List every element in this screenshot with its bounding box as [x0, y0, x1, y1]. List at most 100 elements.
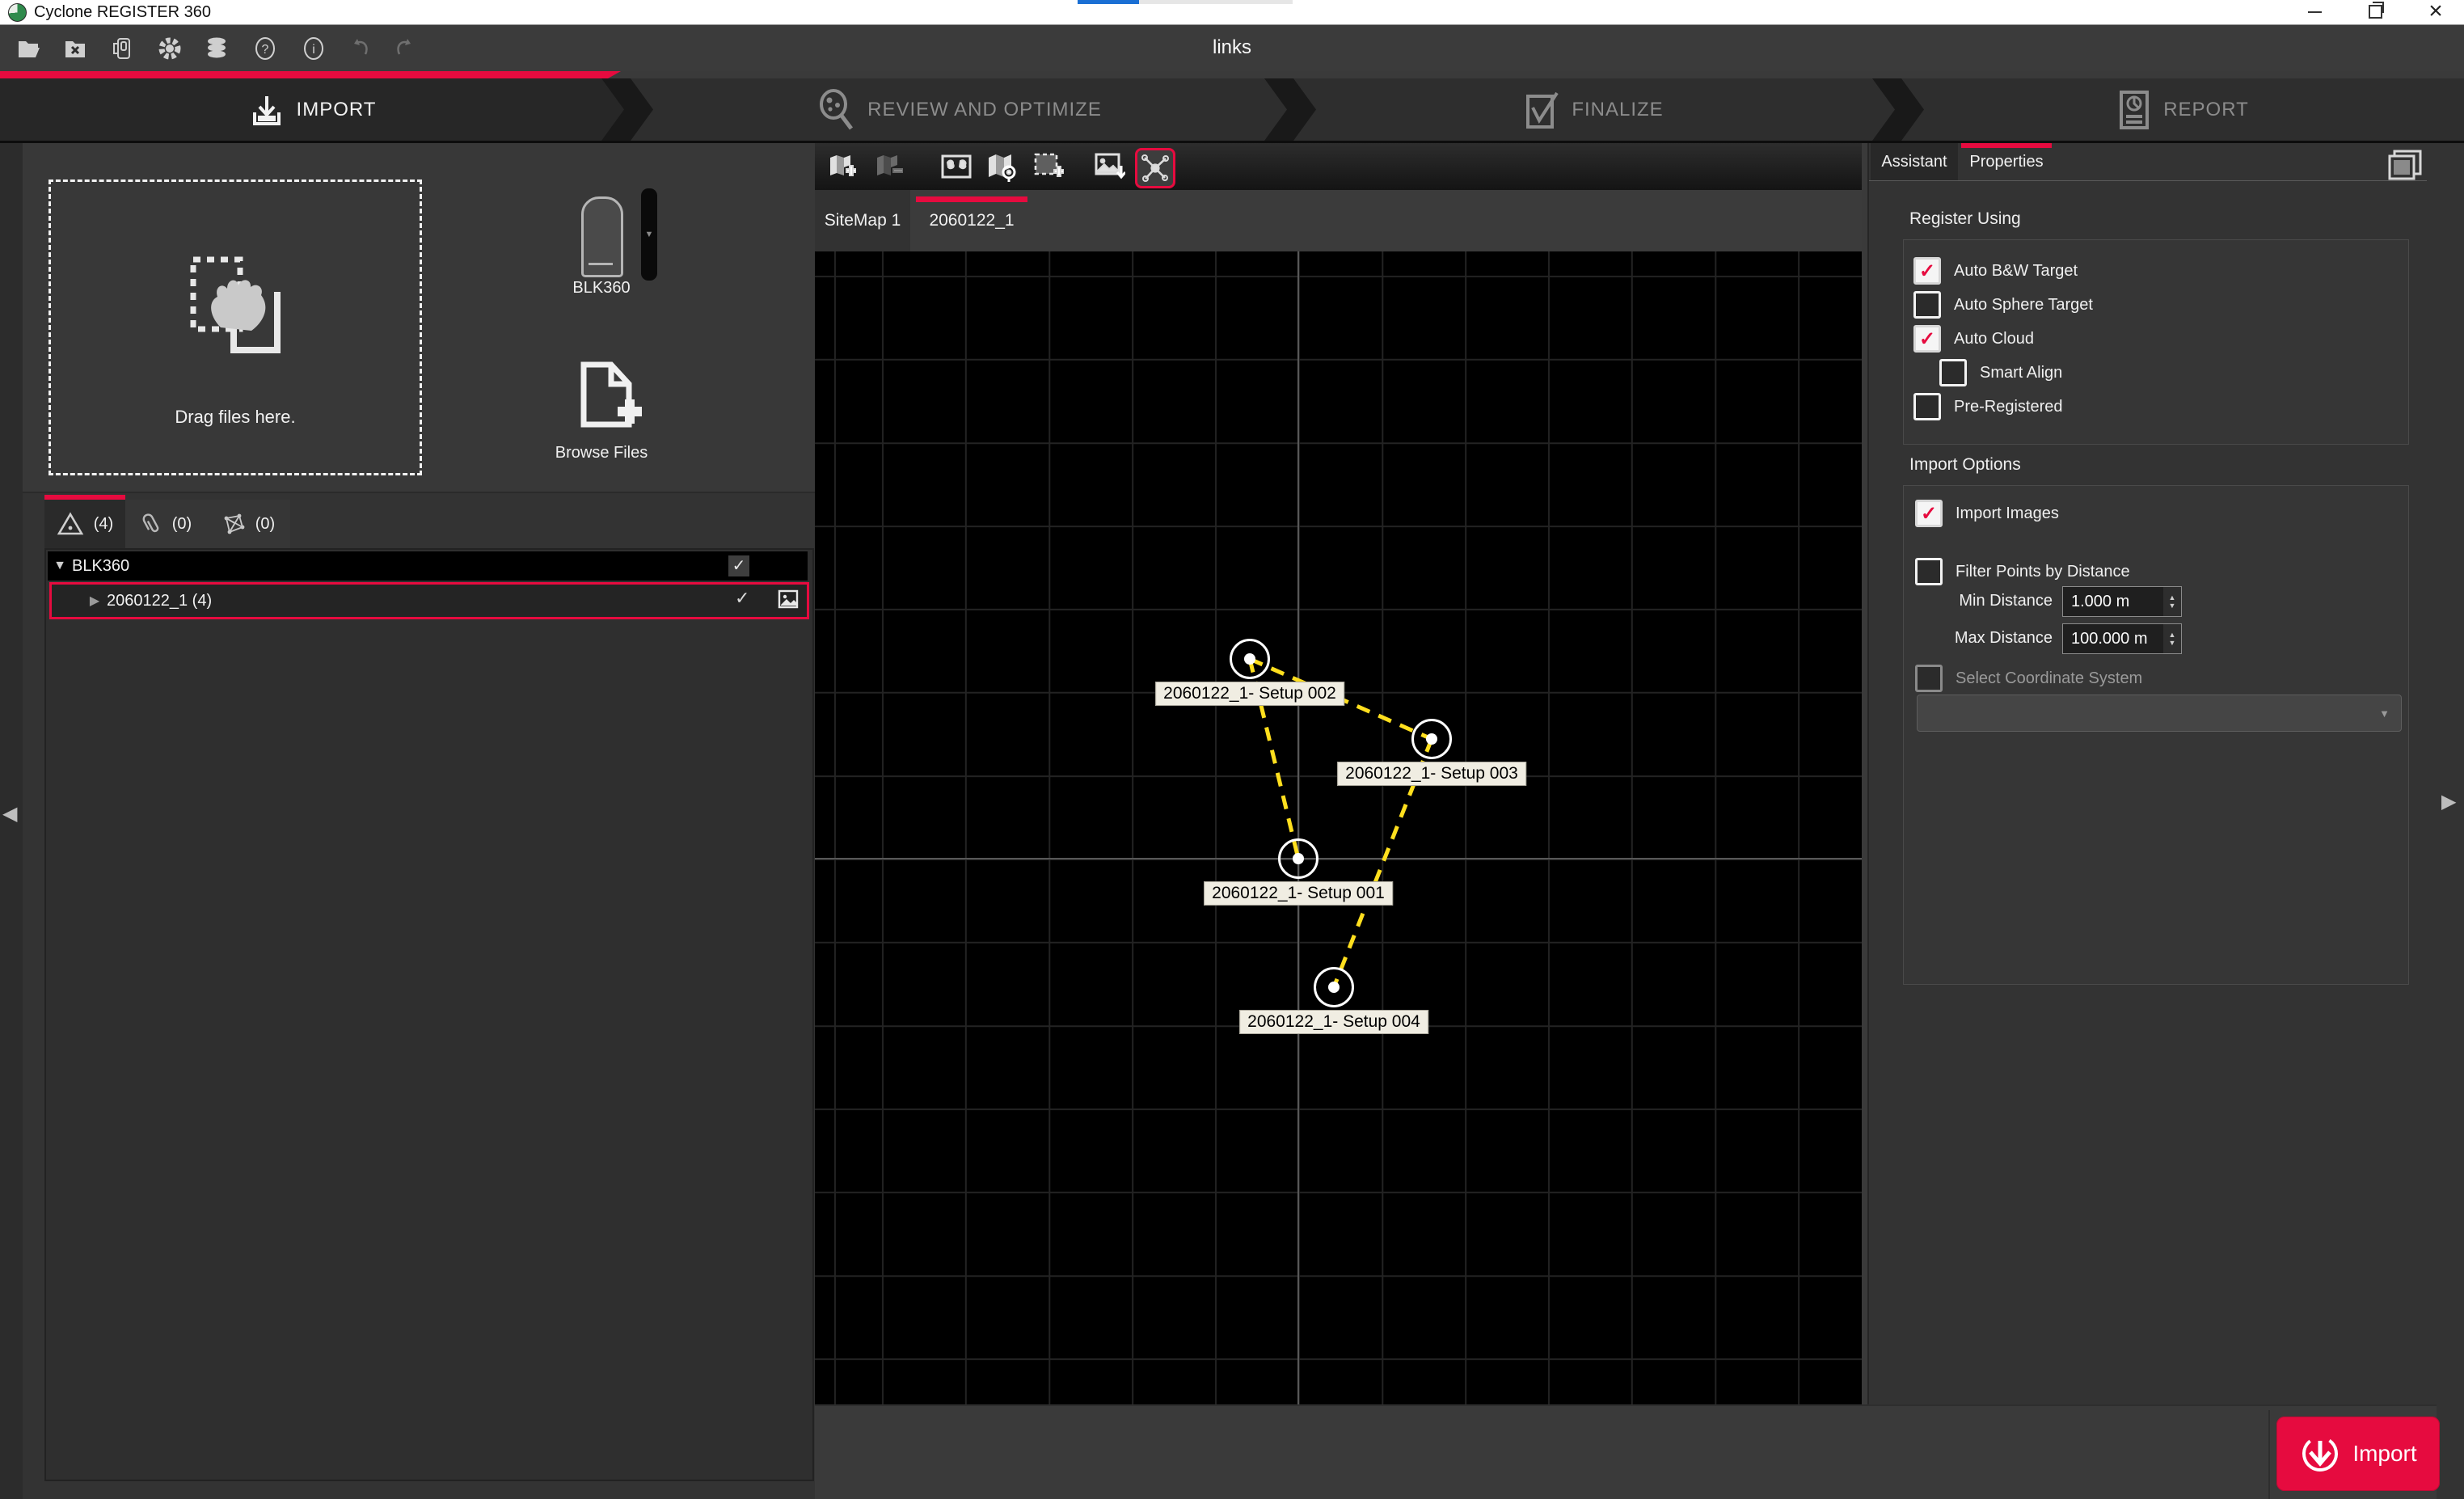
queue-count: (0)	[255, 515, 275, 534]
checkbox-filter-points[interactable]	[1915, 558, 1943, 585]
queue-count: (0)	[172, 515, 192, 534]
link-lines-layer	[815, 251, 1862, 1404]
tree-child-check-icon[interactable]: ✓	[735, 588, 749, 609]
image-import-button[interactable]	[1091, 148, 1129, 185]
title-bar: Cyclone REGISTER 360	[0, 0, 2464, 25]
left-collapse-rail[interactable]: ◀	[0, 143, 23, 1499]
max-distance-field[interactable]: 100.000 m	[2062, 623, 2172, 654]
setup-label[interactable]: 2060122_1- Setup 001	[1204, 881, 1393, 906]
spin-up-icon: ▲	[2169, 631, 2176, 639]
browse-files-icon[interactable]	[576, 360, 645, 439]
spin-down-icon: ▼	[2169, 639, 2176, 647]
minimize-icon	[2308, 11, 2322, 13]
titlebar-progress-bar	[1078, 0, 1139, 4]
tabbar-divider	[1869, 180, 2427, 181]
import-download-icon	[248, 91, 285, 129]
setup-label[interactable]: 2060122_1- Setup 003	[1337, 762, 1526, 786]
queue-count: (4)	[94, 515, 113, 534]
chevron-down-icon: ▼	[645, 230, 654, 239]
checkbox-auto-cloud[interactable]	[1913, 325, 1941, 353]
close-button[interactable]	[2417, 0, 2454, 23]
tab-label: Assistant	[1881, 153, 1947, 171]
workflow-tab-label: REPORT	[2163, 99, 2249, 121]
expand-expander-icon[interactable]: ▶	[82, 593, 107, 609]
collapse-expander-icon[interactable]: ▼	[48, 559, 72, 573]
workflow-tab-import[interactable]: IMPORT	[0, 78, 624, 141]
tab-label: Properties	[1969, 153, 2043, 171]
workflow-tab-report[interactable]: REPORT	[1901, 78, 2464, 141]
active-tab-indicator	[1961, 143, 2052, 148]
option-label: Auto Cloud	[1954, 330, 2034, 348]
report-document-icon	[2116, 89, 2152, 131]
fit-image-button[interactable]	[938, 148, 975, 185]
checkbox-auto-bw-target[interactable]	[1913, 257, 1941, 285]
queue-tab-links[interactable]: (0)	[206, 500, 290, 548]
review-magnifier-icon	[816, 88, 856, 132]
checkbox-auto-sphere-target[interactable]	[1913, 291, 1941, 319]
tree-root-checkbox[interactable]: ✓	[728, 555, 749, 576]
paperclip-icon	[140, 512, 162, 536]
tab-sitemap-1[interactable]: SiteMap 1	[815, 190, 910, 251]
warning-triangle-icon	[57, 512, 84, 536]
float-panel-button[interactable]	[2385, 146, 2427, 182]
finalize-check-icon	[1525, 90, 1560, 130]
queue-tab-attachments[interactable]: (0)	[125, 500, 206, 548]
dropzone-label: Drag files here.	[51, 407, 420, 428]
tree-row-root[interactable]: ▼ BLK360 ✓	[48, 551, 808, 581]
setup-point[interactable]	[1411, 719, 1452, 759]
option-label: Pre-Registered	[1954, 398, 2063, 416]
image-icon[interactable]	[778, 589, 799, 610]
setup-point[interactable]	[1278, 838, 1318, 879]
setup-label[interactable]: 2060122_1- Setup 004	[1239, 1010, 1428, 1034]
map-pin-button[interactable]	[983, 148, 1020, 185]
add-sitemap-button[interactable]	[823, 148, 860, 185]
tab-label: 2060122_1	[929, 211, 1014, 230]
min-distance-field[interactable]: 1.000 m	[2062, 586, 2172, 617]
tree-row-scan-group[interactable]: ▶ 2060122_1 (4) ✓	[49, 582, 809, 619]
import-button[interactable]: Import	[2276, 1417, 2440, 1491]
titlebar-progress-track	[1139, 0, 1293, 4]
setup-center-dot	[1293, 853, 1304, 864]
minimize-button[interactable]	[2296, 0, 2333, 23]
section-title: Register Using	[1909, 209, 2021, 229]
sitemap-canvas[interactable]: 2060122_1- Setup 001 2060122_1- Setup 002…	[815, 251, 1862, 1404]
setup-center-dot	[1328, 982, 1340, 993]
auto-link-button[interactable]	[1135, 148, 1175, 188]
add-sitemap-icon	[827, 153, 856, 180]
workflow-tab-finalize[interactable]: FINALIZE	[1293, 78, 1895, 141]
field-value: 100.000 m	[2071, 630, 2148, 648]
app-logo-icon	[8, 3, 27, 22]
fit-image-icon	[941, 154, 972, 179]
blk360-label: BLK360	[533, 279, 670, 298]
coordinate-system-dropdown[interactable]: ▼	[1917, 695, 2402, 732]
restore-icon	[2369, 5, 2382, 19]
import-source-section: Drag files here. ▼ BLK360 Browse Files	[23, 143, 815, 493]
marquee-select-button[interactable]	[1030, 148, 1067, 185]
queue-tab-issues[interactable]: (4)	[44, 500, 125, 548]
auto-link-icon	[1140, 153, 1171, 184]
setup-point[interactable]	[1230, 639, 1270, 679]
checkbox-select-coordinate[interactable]	[1915, 665, 1943, 692]
setup-point[interactable]	[1314, 967, 1354, 1007]
image-import-icon	[1095, 153, 1125, 180]
tab-properties[interactable]: Properties	[1958, 143, 2055, 180]
option-label: Import Images	[1956, 505, 2059, 523]
checkbox-smart-align[interactable]	[1939, 359, 1967, 386]
restore-button[interactable]	[2356, 0, 2394, 23]
remove-sitemap-button[interactable]	[870, 148, 907, 185]
setup-label[interactable]: 2060122_1- Setup 002	[1155, 682, 1344, 706]
blk360-device-icon[interactable]	[581, 196, 623, 277]
option-import-images: Import Images	[1915, 500, 2059, 526]
right-collapse-rail[interactable]: ▶	[2437, 143, 2464, 1499]
option-pre-registered: Pre-Registered	[1913, 394, 2063, 420]
drag-drop-zone[interactable]: Drag files here.	[49, 179, 422, 475]
min-distance-label: Min Distance	[1941, 592, 2053, 610]
workflow-tab-review[interactable]: REVIEW AND OPTIMIZE	[631, 78, 1287, 141]
max-distance-stepper[interactable]: ▲▼	[2163, 623, 2182, 654]
checkbox-pre-registered[interactable]	[1913, 393, 1941, 420]
min-distance-stepper[interactable]: ▲▼	[2163, 586, 2182, 617]
blk360-dropdown-slider[interactable]: ▼	[641, 188, 657, 281]
max-distance-label: Max Distance	[1941, 629, 2053, 648]
checkbox-import-images[interactable]	[1915, 500, 1943, 527]
tab-assistant[interactable]: Assistant	[1871, 143, 1958, 180]
